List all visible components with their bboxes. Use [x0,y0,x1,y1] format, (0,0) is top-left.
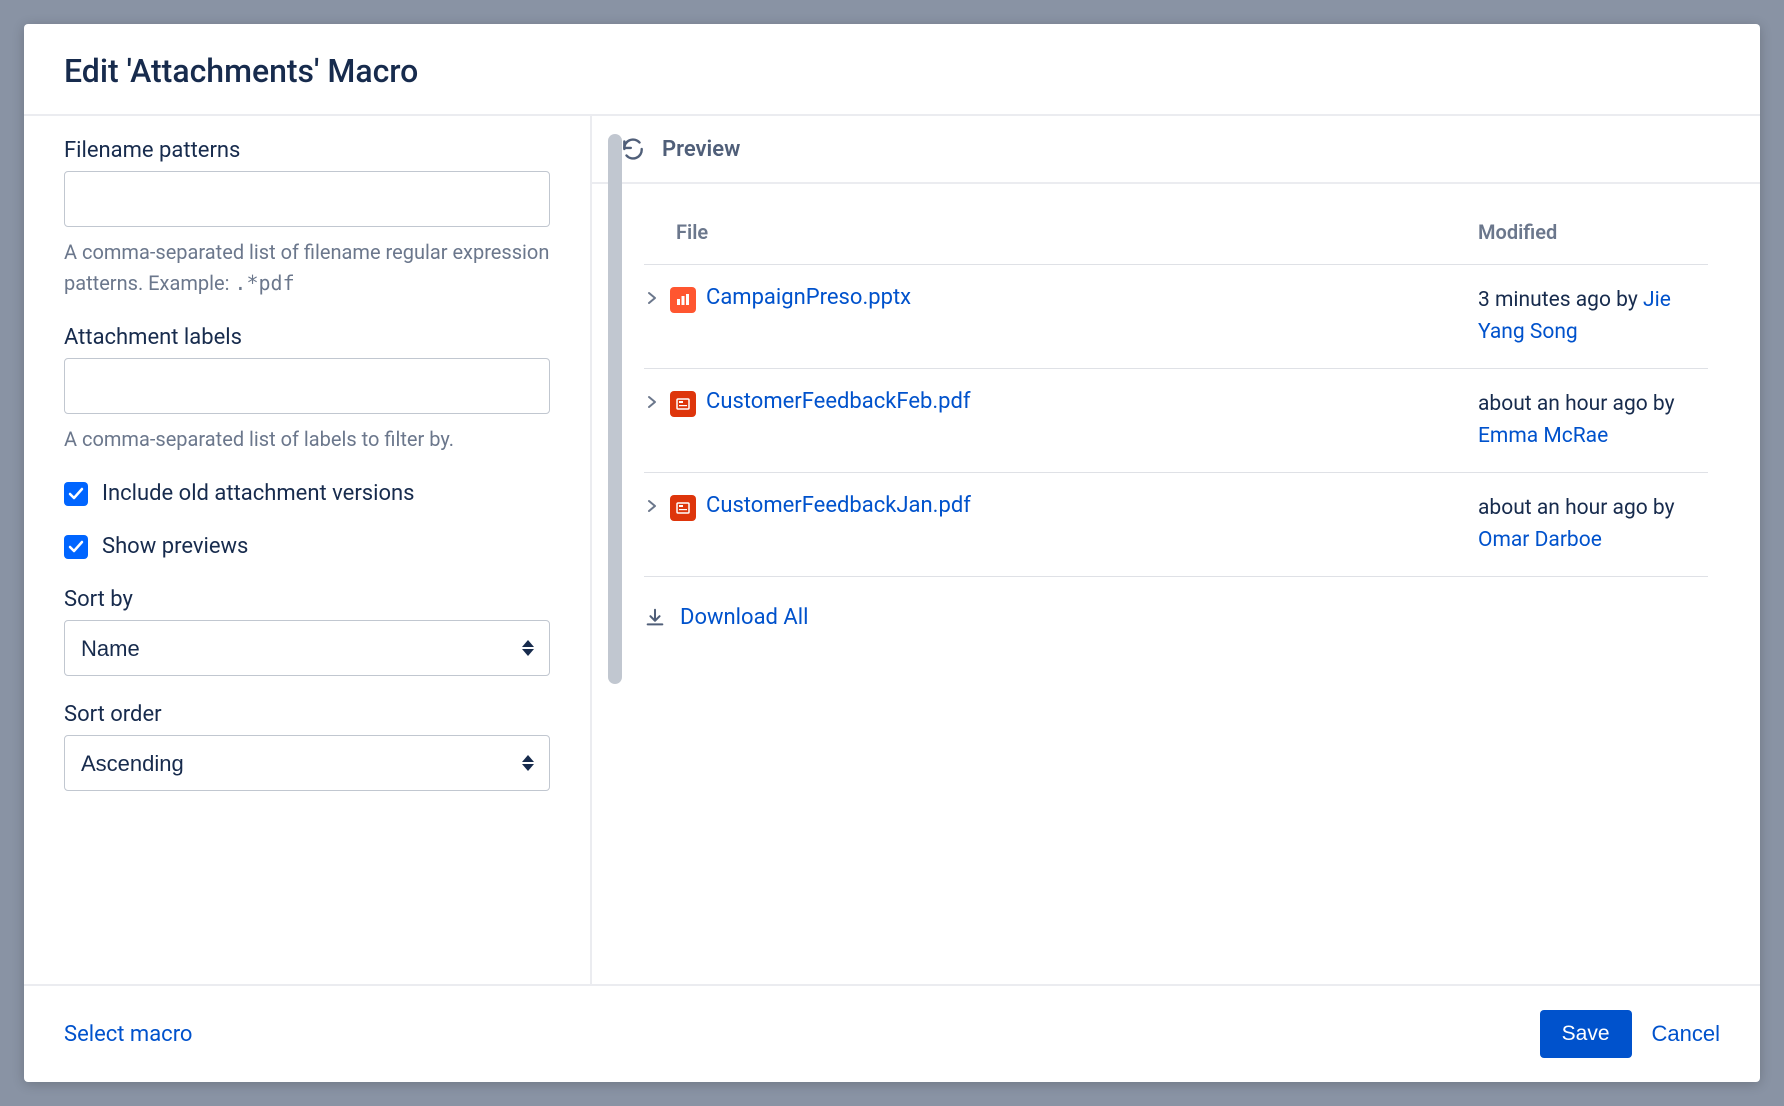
modified-cell: about an hour ago by Omar Darboe [1478,493,1708,556]
attachment-labels-help: A comma-separated list of labels to filt… [64,424,550,455]
modal-body: Filename patterns A comma-separated list… [24,114,1760,984]
file-link[interactable]: CustomerFeedbackFeb.pdf [706,389,971,414]
sort-by-group: Sort by Name [64,587,550,676]
download-all-link[interactable]: Download All [680,605,808,630]
refresh-icon[interactable] [620,136,646,162]
table-row: CampaignPreso.pptx 3 minutes ago by Jie … [644,265,1708,369]
filename-patterns-label: Filename patterns [64,138,550,163]
include-old-row[interactable]: Include old attachment versions [64,481,550,506]
sort-order-label: Sort order [64,702,550,727]
sort-by-label: Sort by [64,587,550,612]
pdf-file-icon [670,391,696,417]
modified-cell: about an hour ago by Emma McRae [1478,389,1708,452]
preview-title: Preview [662,137,740,162]
file-cell: CustomerFeedbackFeb.pdf [644,389,1478,452]
scroll-thumb[interactable] [608,134,622,684]
filename-patterns-input[interactable] [64,171,550,227]
user-link[interactable]: Emma McRae [1478,424,1608,448]
preview-header: Preview [592,116,1760,184]
macro-editor-modal: Edit 'Attachments' Macro Filename patter… [24,24,1760,1082]
file-link[interactable]: CustomerFeedbackJan.pdf [706,493,971,518]
attachment-labels-input[interactable] [64,358,550,414]
attachment-labels-group: Attachment labels A comma-separated list… [64,325,550,455]
table-row: CustomerFeedbackFeb.pdf about an hour ag… [644,369,1708,473]
check-icon [68,486,84,502]
column-file: File [644,220,1478,244]
include-old-label: Include old attachment versions [102,481,415,506]
select-macro-link[interactable]: Select macro [64,1022,192,1047]
show-previews-checkbox[interactable] [64,535,88,559]
show-previews-row[interactable]: Show previews [64,534,550,559]
chevron-right-icon[interactable] [644,290,660,306]
chevron-right-icon[interactable] [644,394,660,410]
show-previews-label: Show previews [102,534,248,559]
chevron-right-icon[interactable] [644,498,660,514]
sort-order-select[interactable]: Ascending [64,735,550,791]
table-header: File Modified [644,220,1708,265]
modal-header: Edit 'Attachments' Macro [24,24,1760,114]
sort-by-select[interactable]: Name [64,620,550,676]
attachment-labels-label: Attachment labels [64,325,550,350]
presentation-file-icon [670,287,696,313]
table-row: CustomerFeedbackJan.pdf about an hour ag… [644,473,1708,577]
modified-cell: 3 minutes ago by Jie Yang Song [1478,285,1708,348]
filename-patterns-group: Filename patterns A comma-separated list… [64,138,550,299]
pdf-file-icon [670,495,696,521]
modal-footer: Select macro Save Cancel [24,984,1760,1082]
download-all-row: Download All [644,577,1708,630]
check-icon [68,539,84,555]
filename-patterns-help: A comma-separated list of filename regul… [64,237,550,299]
user-link[interactable]: Omar Darboe [1478,528,1602,552]
preview-body: File Modified CampaignPreso.pptx 3 minut… [592,184,1760,666]
scroll-track [608,134,622,934]
file-link[interactable]: CampaignPreso.pptx [706,285,911,310]
file-cell: CampaignPreso.pptx [644,285,1478,348]
save-button[interactable]: Save [1540,1010,1632,1058]
include-old-checkbox[interactable] [64,482,88,506]
cancel-button[interactable]: Cancel [1652,1021,1720,1047]
column-modified: Modified [1478,220,1708,244]
download-icon [644,607,666,629]
modal-title: Edit 'Attachments' Macro [64,52,1720,90]
preview-panel: Preview File Modified CampaignPreso.pptx [592,116,1760,984]
file-cell: CustomerFeedbackJan.pdf [644,493,1478,556]
settings-panel: Filename patterns A comma-separated list… [24,116,592,984]
sort-order-group: Sort order Ascending [64,702,550,791]
